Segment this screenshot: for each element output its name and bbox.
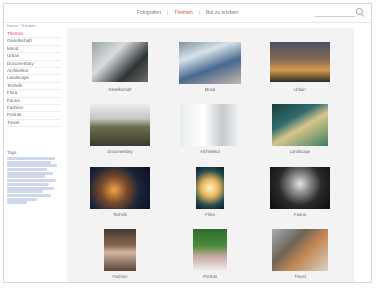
tag-line[interactable] (7, 160, 51, 164)
sidebar-item-fashion[interactable]: Fashion (7, 105, 61, 113)
tag-line[interactable] (7, 197, 37, 201)
gallery-tile-mood[interactable]: Mood (170, 42, 250, 102)
tag-line[interactable] (7, 168, 47, 172)
sidebar-item-travel[interactable]: Travel (7, 120, 61, 128)
thumbnail-image[interactable] (196, 167, 224, 209)
thumbnail-image[interactable] (104, 229, 136, 271)
gallery-tile-portrait[interactable]: Portrait (170, 229, 250, 282)
thumbnail-image[interactable] (180, 104, 240, 146)
tag-line[interactable] (7, 186, 54, 190)
tag-line[interactable] (7, 157, 55, 160)
tile-caption[interactable]: Mood (170, 87, 250, 92)
sidebar-item-flora[interactable]: Flora (7, 90, 61, 98)
thumbnail-image[interactable] (270, 42, 330, 82)
tile-caption[interactable]: Documentary (80, 149, 160, 154)
tag-line[interactable] (7, 164, 57, 168)
tag-line[interactable] (7, 201, 27, 205)
gallery-tile-architektur[interactable]: Architektur (170, 104, 250, 164)
thumbnail-image[interactable] (272, 104, 328, 146)
tags-title: Tags (7, 150, 17, 155)
thumbnail-image[interactable] (179, 42, 241, 84)
tile-caption[interactable]: Travel (260, 274, 340, 279)
gallery-tile-documentary[interactable]: Documentary (80, 104, 160, 164)
thumbnail-image[interactable] (92, 42, 148, 82)
thumbnail-image[interactable] (272, 229, 328, 271)
browser-frame: Fotografen | Themen | Bot zu erleben Hom… (3, 3, 372, 283)
sidebar-item-landscape[interactable]: Landscape (7, 75, 61, 83)
nav-bot-zu-erleben[interactable]: Bot zu erleben (202, 10, 242, 16)
tag-cloud: Tags (7, 150, 59, 205)
gallery-tile-gesellschaft[interactable]: Gesellschaft (80, 42, 160, 102)
tag-line[interactable] (7, 182, 49, 186)
sidebar-item-themen[interactable]: Themen (7, 31, 61, 39)
tile-caption[interactable]: Landscape (260, 149, 340, 154)
gallery-tile-technik[interactable]: Technik (80, 167, 160, 227)
thumbnail-image[interactable] (270, 167, 330, 209)
sidebar-item-documentary[interactable]: Documentary (7, 61, 61, 68)
sidebar-item-gesellschaft[interactable]: Gesellschaft (7, 38, 61, 46)
sidebar-item-fauna[interactable]: Fauna (7, 98, 61, 105)
gallery-tile-flora[interactable]: Flora (170, 167, 250, 227)
tag-line[interactable] (7, 193, 51, 197)
gallery-tile-fashion[interactable]: Fashion (80, 229, 160, 282)
tile-caption[interactable]: Gesellschaft (80, 87, 160, 92)
breadcrumb[interactable]: Home / Themen (7, 23, 36, 28)
category-list: Themen Gesellschaft Mood Urban Documentary Ar… (7, 31, 61, 128)
thumbnail-image[interactable] (90, 167, 150, 209)
thumbnail-image[interactable] (193, 229, 227, 271)
sidebar-item-mood[interactable]: Mood (7, 46, 61, 54)
gallery-tile-urban[interactable]: Urban (260, 42, 340, 102)
tile-caption[interactable]: Architektur (170, 149, 250, 154)
tag-line[interactable] (7, 179, 56, 183)
tag-line[interactable] (7, 175, 45, 179)
tile-caption[interactable]: Technik (80, 212, 160, 217)
tile-caption[interactable]: Urban (260, 87, 340, 92)
tile-caption[interactable]: Portrait (170, 274, 250, 279)
tile-caption[interactable]: Flora (170, 212, 250, 217)
sidebar-item-technik[interactable]: Technik (7, 83, 61, 91)
sidebar-item-portrait[interactable]: Portrait (7, 112, 61, 120)
topic-gallery: Gesellschaft Mood Urban Documentary Architek… (67, 28, 354, 282)
tile-caption[interactable]: Fauna (260, 212, 340, 217)
gallery-tile-travel[interactable]: Travel (260, 229, 340, 282)
thumbnail-image[interactable] (90, 104, 150, 146)
sidebar-item-urban[interactable]: Urban (7, 53, 61, 61)
nav-fotografen[interactable]: Fotografen (133, 10, 165, 16)
tile-caption[interactable]: Fashion (80, 274, 160, 279)
search-input[interactable] (315, 8, 363, 17)
sidebar-item-architektur[interactable]: Architektur (7, 68, 61, 76)
tag-line[interactable] (7, 171, 53, 175)
sidebar: Home / Themen Themen Gesellschaft Mood Urba… (7, 23, 61, 282)
gallery-tile-landscape[interactable]: Landscape (260, 104, 340, 164)
search-icon[interactable] (356, 8, 363, 15)
gallery-tile-fauna[interactable]: Fauna (260, 167, 340, 227)
nav-themen[interactable]: Themen (170, 10, 196, 16)
tag-line[interactable] (7, 190, 43, 194)
